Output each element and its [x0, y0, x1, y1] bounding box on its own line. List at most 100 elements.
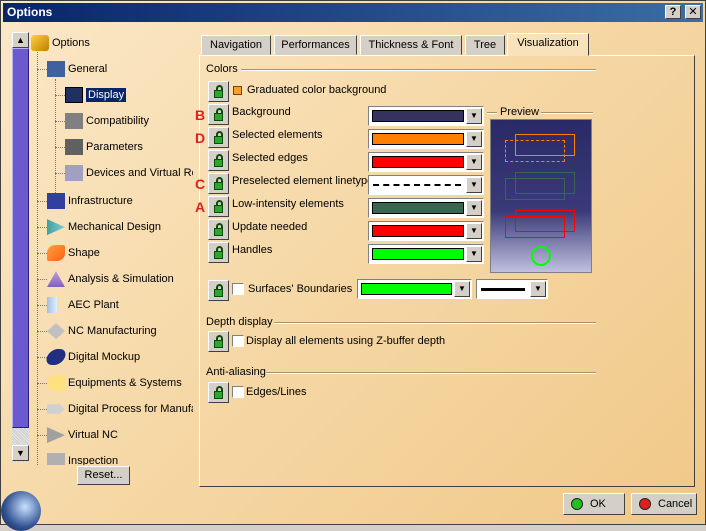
tree-item-label: Display [86, 88, 127, 102]
color-combo[interactable]: ▼ [368, 106, 484, 126]
color-row-label: Preselected element linetype [232, 175, 374, 187]
preview-viewport [490, 119, 592, 273]
antialias-section-title: Anti-aliasing [206, 366, 266, 378]
surfaces-boundaries-checkbox[interactable] [232, 283, 244, 295]
chevron-down-icon[interactable]: ▼ [466, 131, 482, 147]
lock-icon[interactable] [208, 81, 229, 102]
tab-visualization[interactable]: Visualization [507, 33, 589, 56]
handle-crosshair-icon [531, 246, 551, 266]
inspection-icon [47, 453, 65, 465]
reset-button[interactable]: Reset... [77, 466, 130, 485]
color-row-label: Selected edges [232, 152, 308, 164]
infrastructure-icon [47, 193, 65, 210]
lock-icon[interactable] [208, 331, 229, 352]
tab-navigation[interactable]: Navigation [201, 35, 271, 55]
lock-icon[interactable] [208, 173, 229, 194]
cancel-label: Cancel [658, 498, 693, 510]
color-combo[interactable]: ▼ [368, 221, 484, 241]
nc-manufacturing-icon [47, 323, 65, 340]
tree-item-label: Digital Process for Manufa [68, 403, 193, 415]
tree-root-label: Options [52, 37, 90, 49]
tree-item-devices[interactable]: Devices and Virtual Re [65, 163, 193, 183]
chevron-down-icon[interactable]: ▼ [466, 177, 482, 193]
help-button[interactable]: ? [665, 5, 681, 19]
tree-item-digital-mockup[interactable]: Digital Mockup [44, 347, 141, 367]
tree-item-mechanical-design[interactable]: Mechanical Design [47, 217, 161, 237]
tree-item-display[interactable]: Display [65, 85, 127, 105]
tree-item-label: Equipments & Systems [68, 377, 182, 389]
options-tree: Options General Display Compatibility Pa… [31, 31, 193, 465]
colors-section-title: Colors [206, 63, 238, 75]
chevron-down-icon[interactable]: ▼ [466, 108, 482, 124]
tree-scrollbar[interactable]: ▲ ▼ [12, 32, 29, 462]
equipments-icon [47, 375, 65, 392]
ok-icon [571, 498, 583, 510]
compatibility-icon [65, 113, 83, 130]
lock-icon[interactable] [208, 150, 229, 171]
lock-icon[interactable] [208, 382, 229, 403]
scroll-up-arrow-icon[interactable]: ▲ [12, 32, 29, 48]
zbuffer-checkbox[interactable] [232, 335, 244, 347]
tab-thickness-font[interactable]: Thickness & Font [360, 35, 462, 55]
cancel-button[interactable]: Cancel [631, 493, 697, 515]
tree-item-nc-manufacturing[interactable]: NC Manufacturing [47, 321, 157, 341]
annotation-letter: C [195, 176, 206, 192]
chevron-down-icon[interactable]: ▼ [466, 154, 482, 170]
tree-item-digital-process[interactable]: Digital Process for Manufa [47, 399, 193, 419]
graduated-color-label: Graduated color background [247, 84, 387, 96]
tree-item-compatibility[interactable]: Compatibility [65, 111, 149, 131]
window-title: Options [7, 5, 53, 19]
tree-item-shape[interactable]: Shape [47, 243, 100, 263]
tree-item-label: Analysis & Simulation [68, 273, 174, 285]
graduated-color-checkbox[interactable] [233, 86, 242, 95]
chevron-down-icon[interactable]: ▼ [454, 281, 470, 297]
lock-icon[interactable] [208, 242, 229, 263]
tab-performances[interactable]: Performances [274, 35, 357, 55]
tree-item-parameters[interactable]: Parameters [65, 137, 143, 157]
annotation-letter: B [195, 107, 206, 123]
lock-icon[interactable] [208, 127, 229, 148]
surfaces-linetype-combo[interactable]: ▼ [476, 279, 548, 299]
color-combo[interactable]: ▼ [368, 198, 484, 218]
color-row-label: Handles [232, 244, 273, 256]
chevron-down-icon[interactable]: ▼ [466, 223, 482, 239]
scroll-thumb[interactable] [12, 48, 29, 428]
chevron-down-icon[interactable]: ▼ [530, 281, 546, 297]
digital-mockup-icon [44, 349, 68, 366]
tree-item-label: NC Manufacturing [68, 325, 157, 337]
depth-section-title: Depth display [206, 316, 273, 328]
tree-item-label: General [68, 63, 108, 75]
dash-dot-line-sample [373, 184, 461, 186]
tree-item-label: Digital Mockup [68, 351, 141, 363]
color-combo[interactable]: ▼ [368, 244, 484, 264]
tree-item-infrastructure[interactable]: Infrastructure [47, 191, 133, 211]
tab-tree[interactable]: Tree [465, 35, 505, 55]
ok-button[interactable]: OK [563, 493, 625, 515]
color-combo[interactable]: ▼ [368, 175, 484, 195]
edges-lines-label: Edges/Lines [246, 386, 307, 398]
virtual-nc-icon [47, 427, 65, 444]
zbuffer-label: Display all elements using Z-buffer dept… [246, 335, 446, 347]
devices-icon [65, 165, 83, 182]
chevron-down-icon[interactable]: ▼ [466, 246, 482, 262]
tree-item-general[interactable]: General [47, 59, 107, 79]
tree-item-virtual-nc[interactable]: Virtual NC [47, 425, 118, 445]
tree-item-inspection[interactable]: Inspection [47, 451, 118, 465]
tree-item-label: Shape [68, 247, 100, 259]
tree-item-aec-plant[interactable]: AEC Plant [47, 295, 119, 315]
surfaces-color-combo[interactable]: ▼ [357, 279, 472, 299]
color-combo[interactable]: ▼ [368, 152, 484, 172]
tree-item-equipments-systems[interactable]: Equipments & Systems [47, 373, 182, 393]
color-row-label: Background [232, 106, 291, 118]
lock-icon[interactable] [208, 219, 229, 240]
chevron-down-icon[interactable]: ▼ [466, 200, 482, 216]
close-button[interactable]: ✕ [685, 5, 701, 19]
lock-icon[interactable] [208, 196, 229, 217]
lock-icon[interactable] [208, 104, 229, 125]
tree-root-options[interactable]: Options [31, 33, 90, 53]
scroll-down-arrow-icon[interactable]: ▼ [12, 445, 29, 461]
lock-icon[interactable] [208, 280, 229, 301]
edges-lines-checkbox[interactable] [232, 386, 244, 398]
color-combo[interactable]: ▼ [368, 129, 484, 149]
tree-item-analysis-simulation[interactable]: Analysis & Simulation [47, 269, 174, 289]
